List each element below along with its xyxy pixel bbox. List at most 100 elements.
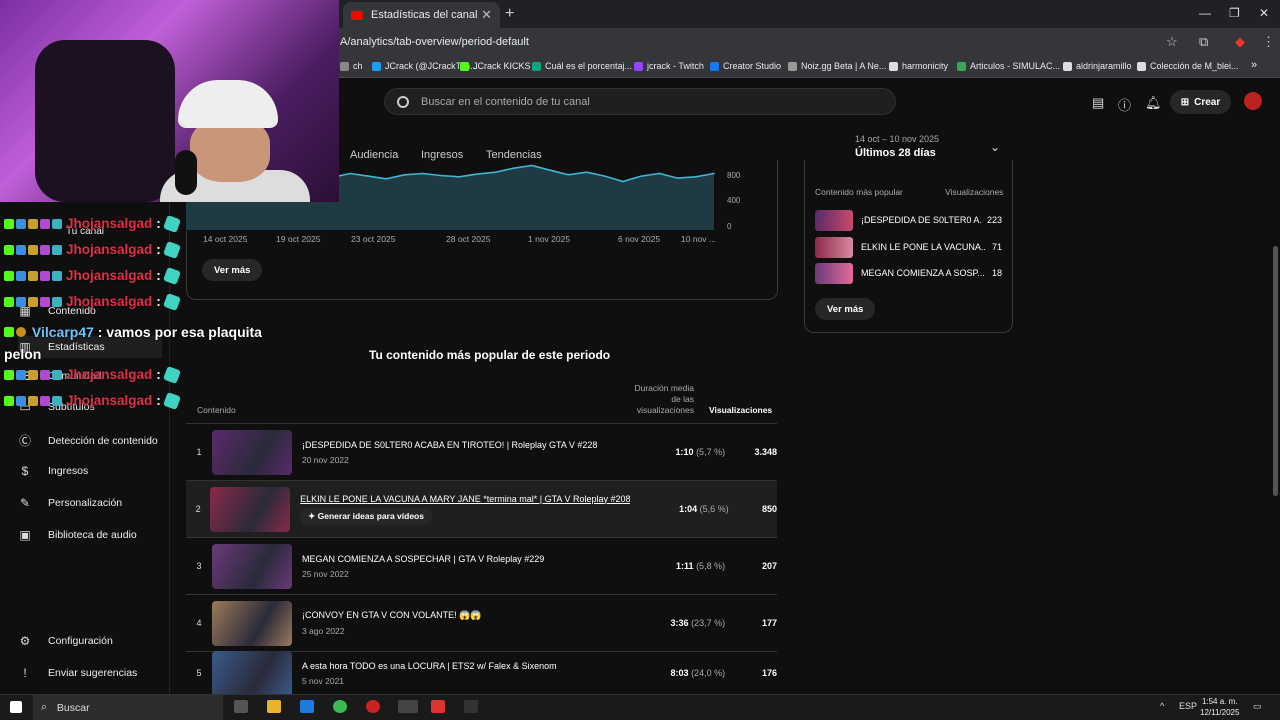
video-title[interactable]: ¡CONVOY EN GTA V CON VOLANTE! 😱😱 <box>302 610 619 621</box>
chart-point <box>694 176 697 178</box>
chat-username: Jhojansalgad <box>66 393 153 408</box>
table-row[interactable]: 3 MEGAN COMIENZA A SOSPECHAR | GTA V Role… <box>186 537 777 594</box>
browser-tab[interactable]: Estadísticas del canal - YouTube ✕ <box>343 2 500 28</box>
table-row[interactable]: 5 A esta hora TODO es una LOCURA | ETS2 w… <box>186 650 777 696</box>
avg-duration: 8:03 (24,0 %) <box>619 668 726 678</box>
row-rank: 2 <box>195 504 201 514</box>
bookmark-item[interactable]: Creator Studio <box>710 61 781 71</box>
video-date: 25 nov 2022 <box>301 568 349 579</box>
bookmark-item[interactable]: Noiz.gg Beta | A Ne... <box>788 61 886 71</box>
chat-badge <box>52 270 62 281</box>
row-rank: 4 <box>196 618 202 628</box>
star-icon[interactable]: ☆ <box>1166 34 1178 50</box>
video-thumbnail[interactable] <box>211 429 292 475</box>
period-range[interactable]: 14 oct – 10 nov 2025 <box>855 134 939 144</box>
table-row[interactable]: 2 ELKIN LE PONE LA VACUNA A MARY JANE *te… <box>186 480 777 537</box>
chat-badge <box>52 395 62 406</box>
popular-row[interactable]: MEGAN COMIENZA A SOSP... 18 <box>815 262 1002 284</box>
generate-ideas-button[interactable]: ✦ Generar ideas para vídeos <box>300 507 432 525</box>
url-field[interactable]: A/analytics/tab-overview/period-default <box>340 36 529 48</box>
bookmark-label: ch <box>353 61 363 71</box>
video-title[interactable]: MEGAN COMIENZA A SOSPECHAR | GTA V Rolep… <box>302 554 619 564</box>
avatar[interactable] <box>1244 92 1262 110</box>
bookmark-item[interactable]: harmonicity <box>889 61 948 71</box>
popular-row[interactable]: ¡DESPEDIDA DE S0LTER0 A... 223 <box>815 209 1002 231</box>
sidebar-item-copyright[interactable]: Ⓒ Detección de contenido <box>18 432 158 449</box>
sidebar-item-customization[interactable]: ✎ Personalización <box>18 496 122 510</box>
video-thumbnail[interactable] <box>211 650 292 696</box>
chat-emote <box>162 266 181 285</box>
video-title[interactable]: ELKIN LE PONE LA VACUNA A MARY JANE *ter… <box>300 494 630 504</box>
task-view-icon[interactable] <box>234 700 248 713</box>
language-indicator[interactable]: ESP <box>1179 701 1197 711</box>
video-date: 5 nov 2021 <box>301 675 345 686</box>
bookmark-favicon-icon <box>634 61 643 71</box>
bookmark-item[interactable]: JCrack KICKS <box>460 61 531 71</box>
table-row[interactable]: 4 ¡CONVOY EN GTA V CON VOLANTE! 😱😱 3 ago 2… <box>186 594 777 651</box>
y-tick-label: 0 <box>727 222 732 231</box>
chat-message: Jhojansalgad: <box>4 391 181 410</box>
profile-icon[interactable]: ◆ <box>1235 34 1245 50</box>
video-title[interactable]: ¡DESPEDIDA DE S0LTER0 ACABA EN TIROTEO! … <box>302 440 619 450</box>
bookmark-item[interactable]: Colección de M_blei... <box>1137 61 1239 71</box>
wand-icon: ✎ <box>19 496 31 510</box>
restore-icon[interactable]: ❐ <box>1229 6 1240 20</box>
menu-icon[interactable]: ⋮ <box>1262 34 1275 50</box>
help-icon[interactable]: ⓘ <box>1118 95 1131 114</box>
video-thumbnail[interactable] <box>211 600 292 646</box>
chevron-down-icon[interactable]: ⌄ <box>990 140 1000 154</box>
sidebar-item-earn[interactable]: $ Ingresos <box>18 464 89 478</box>
close-window-icon[interactable]: ✕ <box>1259 6 1269 20</box>
notifications-icon[interactable]: 🔔︎ <box>1145 95 1162 111</box>
file-explorer-icon[interactable] <box>267 700 281 713</box>
sidebar-item-settings[interactable]: ⚙ Configuración <box>18 634 113 648</box>
bookmark-item[interactable]: aldrinjaramillo <box>1063 61 1132 71</box>
create-button[interactable]: ⊞ Crear <box>1170 90 1231 114</box>
outlook-icon[interactable] <box>300 700 314 713</box>
notification-center-icon[interactable]: ▭ <box>1253 701 1262 712</box>
see-more-button[interactable]: Ver más <box>202 259 263 281</box>
tray-chevron-icon[interactable]: ^ <box>1160 701 1164 711</box>
col-duration-header[interactable]: Duración media de las visualizaciones <box>620 383 694 416</box>
chat-badge <box>28 395 38 406</box>
bookmark-item[interactable]: ch <box>340 61 363 71</box>
sidebar-item-audio-library[interactable]: ▣ Biblioteca de audio <box>18 528 136 542</box>
col-duration-line: Duración media <box>634 383 694 393</box>
taskbar-search[interactable]: ⌕ Buscar <box>33 695 223 720</box>
extensions-icon[interactable]: ⧉ <box>1199 34 1208 50</box>
app-icon[interactable] <box>398 700 418 713</box>
table-row[interactable]: 1 ¡DESPEDIDA DE S0LTER0 ACABA EN TIROTEO!… <box>186 423 777 480</box>
y-tick-label: 800 <box>727 171 741 180</box>
bookmark-item[interactable]: jcrack - Twitch <box>634 61 704 71</box>
x-tick-label: 19 oct 2025 <box>276 234 321 244</box>
sidebar-item-label: Personalización <box>48 497 123 509</box>
new-tab-button[interactable]: + <box>505 5 514 23</box>
clock[interactable]: 1:54 a. m. 12/11/2025 <box>1200 696 1239 718</box>
chat-badge <box>52 369 62 380</box>
comments-icon[interactable]: ▤ <box>1092 95 1104 111</box>
video-thumbnail[interactable] <box>210 486 291 532</box>
close-tab-icon[interactable]: ✕ <box>481 7 492 23</box>
x-tick-label: 1 nov 2025 <box>528 234 571 244</box>
video-title[interactable]: A esta hora TODO es una LOCURA | ETS2 w/… <box>302 661 619 671</box>
popular-see-more-button[interactable]: Ver más <box>815 298 876 320</box>
fl-studio-icon[interactable] <box>431 700 445 713</box>
more-bookmarks-icon[interactable]: » <box>1251 59 1257 71</box>
minimize-icon[interactable]: — <box>1199 6 1211 20</box>
period-label[interactable]: Últimos 28 días <box>855 147 936 159</box>
col-views-header[interactable]: Visualizaciones <box>709 405 772 416</box>
bookmark-item[interactable]: Cuál es el porcentaj... <box>532 61 632 71</box>
bookmark-item[interactable]: Articulos - SIMULAC... <box>957 61 1060 71</box>
sidebar-item-feedback[interactable]: ! Enviar sugerencias <box>18 666 137 680</box>
chrome-icon[interactable] <box>333 700 347 713</box>
create-label: Crear <box>1194 96 1221 108</box>
microphone <box>175 150 197 195</box>
obs-icon[interactable] <box>366 700 380 713</box>
bookmark-label: Creator Studio <box>723 61 782 71</box>
windows-start-icon[interactable] <box>10 701 22 713</box>
search-input[interactable]: Buscar en el contenido de tu canal <box>384 88 896 115</box>
epic-games-icon[interactable] <box>464 700 478 713</box>
scrollbar[interactable] <box>1273 246 1278 496</box>
video-thumbnail[interactable] <box>211 543 292 589</box>
popular-row[interactable]: ELKIN LE PONE LA VACUNA... 71 <box>815 236 1002 258</box>
